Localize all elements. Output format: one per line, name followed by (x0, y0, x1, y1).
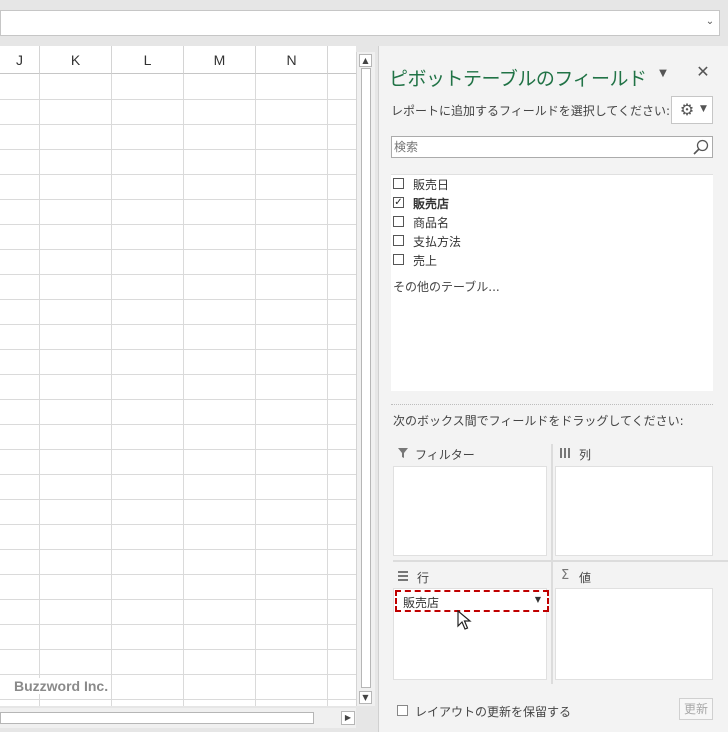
section-divider (391, 404, 713, 405)
update-button[interactable]: 更新 (679, 698, 713, 720)
grid-row-line (0, 649, 356, 650)
drag-instruction: 次のボックス間でフィールドをドラッグしてください: (393, 414, 684, 428)
field-label: 販売日 (413, 178, 450, 192)
grid-row-line (0, 274, 356, 275)
field-label: 売上 (413, 254, 438, 268)
chevron-down-icon[interactable]: ▼ (535, 595, 541, 604)
grid-row-line (0, 674, 356, 675)
column-header-M[interactable]: M (184, 46, 256, 74)
grid-row-line (0, 299, 356, 300)
grid-row-line (0, 249, 356, 250)
pane-subtitle: レポートに追加するフィールドを選択してください: (391, 104, 671, 118)
grid-row-line (0, 199, 356, 200)
grid-row-line (0, 574, 356, 575)
grid-column-line (183, 74, 184, 706)
pivot-field-pane: ピボットテーブルのフィールド ▼ ✕ レポートに追加するフィールドを選択してくだ… (378, 46, 728, 732)
area-separator-horizontal (393, 560, 728, 562)
grid-row-line (0, 449, 356, 450)
worksheet-grid[interactable]: J K L M N Buzzword Inc. (0, 46, 356, 706)
grid-column-line (39, 74, 40, 706)
field-checkbox[interactable] (393, 216, 404, 227)
field-search-input[interactable] (394, 139, 684, 155)
grid-row-line (0, 174, 356, 175)
grid-row-line (0, 124, 356, 125)
grid-row-line (0, 224, 356, 225)
columns-drop-area[interactable] (555, 466, 713, 556)
grid-row-line (0, 149, 356, 150)
horizontal-scrollbar[interactable]: ▶ (0, 708, 356, 728)
filters-area-label: フィルター (415, 448, 475, 462)
grid-row-line (0, 99, 356, 100)
defer-update-checkbox[interactable] (397, 705, 408, 716)
grid-row-line (0, 524, 356, 525)
grid-row-line (0, 624, 356, 625)
grid-row-line (0, 549, 356, 550)
field-label: 販売店 (413, 197, 450, 211)
column-header-partial[interactable] (328, 46, 356, 74)
formula-bar[interactable]: ⌄ (0, 10, 720, 36)
grid-row-line (0, 599, 356, 600)
field-list: 販売日 ✓ 販売店 商品名 支払方法 売上 その他のテーブル... (391, 174, 713, 391)
mouse-cursor-icon (457, 610, 472, 630)
field-search-box[interactable] (391, 136, 713, 158)
column-header-L[interactable]: L (112, 46, 184, 74)
horizontal-scroll-thumb[interactable] (0, 712, 314, 724)
grid-row-line (0, 474, 356, 475)
row-field-chip[interactable]: 販売店 ▼ (395, 590, 549, 612)
field-checkbox[interactable] (393, 235, 404, 246)
field-checkbox[interactable] (393, 254, 404, 265)
values-area-label: 値 (579, 571, 592, 585)
rows-area-label: 行 (417, 571, 430, 585)
ribbon-strip (0, 0, 728, 10)
vertical-scrollbar[interactable]: ▲ ▼ (356, 52, 375, 706)
filter-icon (398, 448, 408, 458)
sigma-icon: Σ (561, 568, 570, 583)
column-header-N[interactable]: N (256, 46, 328, 74)
column-header-J[interactable]: J (0, 46, 40, 74)
dropdown-icon[interactable]: ▼ (657, 68, 669, 80)
grid-row-line (0, 374, 356, 375)
gear-icon: ⚙ (679, 100, 695, 119)
filters-drop-area[interactable] (393, 466, 547, 556)
rows-icon (398, 571, 408, 581)
columns-icon (560, 448, 570, 458)
search-icon[interactable] (692, 138, 710, 156)
vertical-scroll-thumb[interactable] (361, 68, 371, 688)
close-icon[interactable]: ✕ (695, 64, 711, 80)
field-checkbox[interactable] (393, 178, 404, 189)
field-checkbox-checked[interactable]: ✓ (393, 197, 404, 208)
more-tables-link[interactable]: その他のテーブル... (393, 278, 500, 295)
scroll-down-button[interactable]: ▼ (359, 691, 372, 704)
values-drop-area[interactable] (555, 588, 713, 680)
grid-row-line (0, 324, 356, 325)
scroll-right-button[interactable]: ▶ (341, 711, 355, 725)
grid-row-line (0, 349, 356, 350)
field-label: 支払方法 (413, 235, 462, 249)
watermark: Buzzword Inc. (12, 678, 111, 694)
grid-column-line (255, 74, 256, 706)
formula-bar-expand-icon[interactable]: ⌄ (705, 17, 715, 27)
grid-row-line (0, 424, 356, 425)
grid-column-line (327, 74, 328, 706)
chevron-down-icon: ▼ (700, 104, 707, 114)
columns-area-label: 列 (579, 448, 592, 462)
row-field-label: 販売店 (403, 596, 440, 610)
grid-column-line (111, 74, 112, 706)
grid-row-line (0, 699, 356, 700)
defer-update-label: レイアウトの更新を保留する (415, 705, 572, 719)
area-separator-vertical (551, 444, 553, 684)
scroll-up-button[interactable]: ▲ (359, 54, 372, 67)
pane-title: ピボットテーブルのフィールド (389, 68, 647, 90)
grid-row-line (0, 499, 356, 500)
column-header-K[interactable]: K (40, 46, 112, 74)
field-label: 商品名 (413, 216, 450, 230)
tools-button[interactable]: ⚙ ▼ (671, 96, 713, 124)
grid-row-line (0, 399, 356, 400)
